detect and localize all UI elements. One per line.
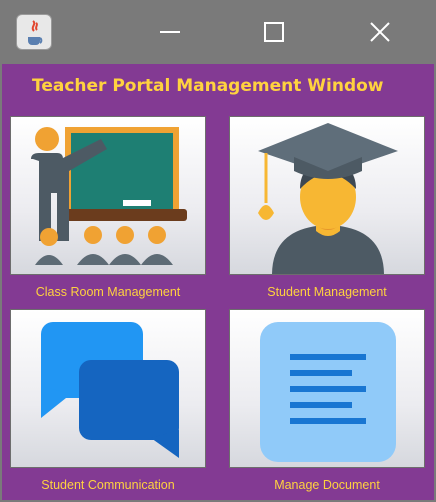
class-room-management-button[interactable] bbox=[10, 116, 206, 275]
close-button[interactable] bbox=[360, 14, 400, 50]
page-title: Teacher Portal Management Window bbox=[32, 76, 384, 96]
tile-label-classroom: Class Room Management bbox=[35, 285, 181, 299]
student-communication-button[interactable] bbox=[10, 309, 206, 468]
manage-document-button[interactable] bbox=[229, 309, 425, 468]
chat-bubbles-icon bbox=[41, 322, 179, 458]
title-bar[interactable] bbox=[0, 0, 436, 64]
minimize-button[interactable] bbox=[150, 14, 190, 50]
java-app-icon[interactable] bbox=[16, 14, 52, 50]
classroom-teacher-icon bbox=[31, 127, 187, 265]
application-window: Teacher Portal Management Window Class R… bbox=[0, 0, 436, 502]
main-panel: Teacher Portal Management Window Class R… bbox=[2, 64, 434, 500]
maximize-button[interactable] bbox=[255, 14, 295, 50]
document-icon bbox=[260, 322, 396, 462]
tile-label-student: Student Management bbox=[267, 285, 387, 299]
tile-label-document: Manage Document bbox=[274, 478, 380, 492]
student-management-button[interactable] bbox=[229, 116, 425, 275]
tile-label-communication: Student Communication bbox=[41, 478, 175, 492]
graduate-student-icon bbox=[258, 123, 398, 274]
